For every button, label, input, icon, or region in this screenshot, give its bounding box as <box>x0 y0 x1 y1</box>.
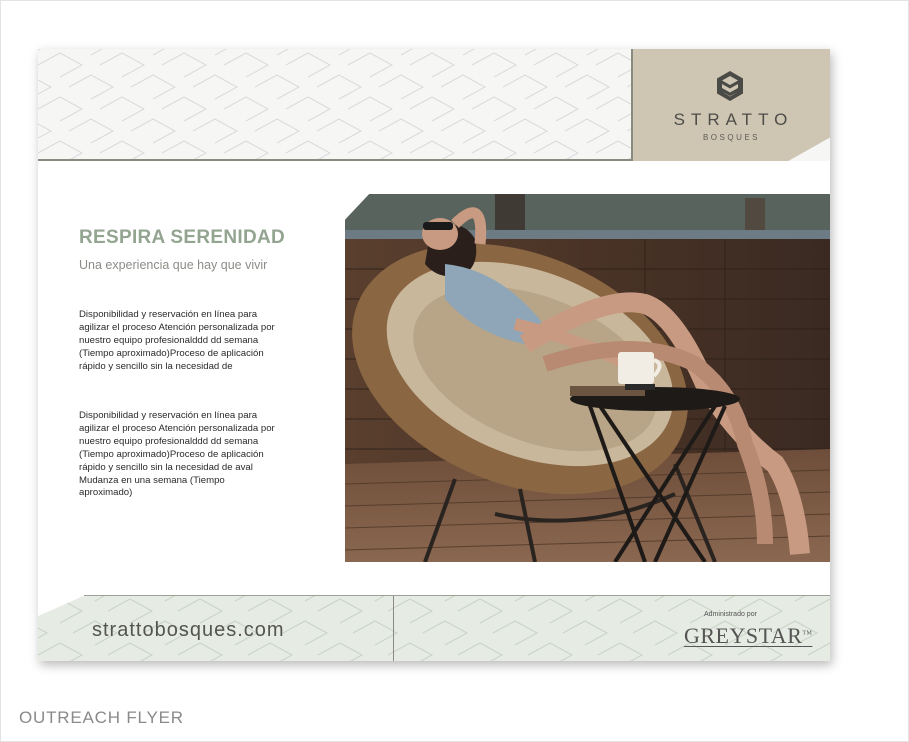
cube-logo-icon <box>717 71 743 101</box>
greystar-wordmark: GREYSTAR <box>684 623 803 648</box>
brand-name: STRATTO <box>673 110 794 129</box>
brand-panel: STRATTO BOSQUES <box>631 49 830 161</box>
lifestyle-photo <box>345 194 830 562</box>
brand-divider <box>631 49 633 161</box>
header-pattern <box>38 49 632 161</box>
brand-subtitle: BOSQUES <box>702 133 761 142</box>
flyer-card[interactable]: STRATTO BOSQUES RESPIRA SERENIDAD Una ex… <box>0 0 909 742</box>
administered-by-label: Administrado por <box>704 611 757 618</box>
woman-relaxing-chair-image <box>345 194 830 562</box>
footer-divider <box>393 596 394 661</box>
footer-top-line <box>84 595 830 596</box>
card-caption: OUTREACH FLYER <box>19 708 184 727</box>
headline: RESPIRA SERENIDAD <box>79 227 286 248</box>
outreach-flyer: STRATTO BOSQUES RESPIRA SERENIDAD Una ex… <box>38 49 830 661</box>
body-paragraph-1: Disponibilidad y reservación en línea pa… <box>79 309 275 372</box>
subheadline: Una experiencia que hay que vivir <box>79 258 268 272</box>
header-divider-line <box>38 159 632 161</box>
body-paragraph-2: Disponibilidad y reservación en línea pa… <box>79 410 275 499</box>
greystar-logo: GREYSTARTM <box>684 623 812 649</box>
trademark-mark: TM <box>802 630 813 637</box>
website-link[interactable]: strattobosques.com <box>92 619 285 642</box>
